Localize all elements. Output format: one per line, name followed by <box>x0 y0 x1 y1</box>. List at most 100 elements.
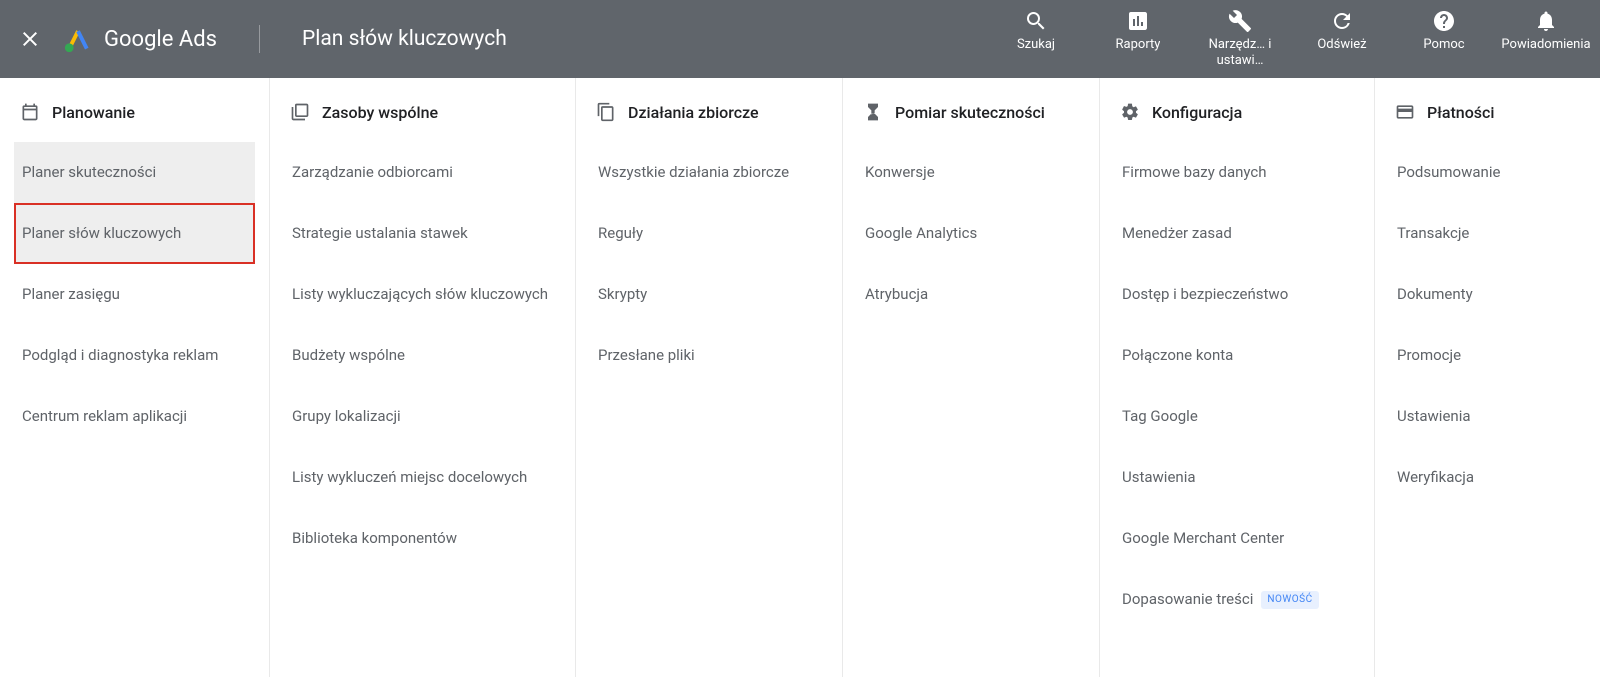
menu-item-label: Atrybucja <box>865 285 928 303</box>
column-title: Zasoby wspólne <box>322 103 438 122</box>
menu-item-label: Centrum reklam aplikacji <box>22 407 187 425</box>
help-icon <box>1432 9 1456 33</box>
column-title: Działania zbiorcze <box>628 103 759 122</box>
menu-item-label: Przesłane pliki <box>598 346 695 364</box>
menu-item-label: Budżety wspólne <box>292 346 405 364</box>
menu-item[interactable]: Ustawienia <box>1114 447 1360 508</box>
menu-item-label: Zarządzanie odbiorcami <box>292 163 453 181</box>
menu-column-measure: Pomiar skuteczności Konwersje Google Analy… <box>843 78 1100 677</box>
menu-item[interactable]: Konwersje <box>857 142 1085 203</box>
menu-item[interactable]: Dostęp i bezpieczeństwo <box>1114 264 1360 325</box>
menu-item-label: Ustawienia <box>1397 407 1471 425</box>
menu-item-label: Planer skuteczności <box>22 163 156 181</box>
menu-item[interactable]: Tag Google <box>1114 386 1360 447</box>
menu-item[interactable]: Skrypty <box>590 264 828 325</box>
nav-label: Raporty <box>1116 37 1161 53</box>
menu-item-label: Reguły <box>598 224 643 242</box>
menu-item-label: Google Merchant Center <box>1122 529 1284 547</box>
menu-item[interactable]: Planer zasięgu <box>14 264 255 325</box>
header-left: Google Ads Plan słów kluczowych <box>18 25 507 53</box>
menu-item[interactable]: Google Analytics <box>857 203 1085 264</box>
menu-item-label: Podgląd i diagnostyka reklam <box>22 346 218 364</box>
menu-item[interactable]: Zarządzanie odbiorcami <box>284 142 561 203</box>
menu-item[interactable]: Podgląd i diagnostyka reklam <box>14 325 255 386</box>
menu-item[interactable]: Google Merchant Center <box>1114 508 1360 569</box>
menu-item[interactable]: Listy wykluczeń miejsc docelowych <box>284 447 561 508</box>
menu-item-label: Promocje <box>1397 346 1461 364</box>
menu-item-label: Firmowe bazy danych <box>1122 163 1267 181</box>
menu-item[interactable]: Biblioteka komponentów <box>284 508 561 569</box>
menu-item[interactable]: Wszystkie działania zbiorcze <box>590 142 828 203</box>
menu-item-label: Listy wykluczających słów kluczowych <box>292 285 548 303</box>
nav-label: Narzędz… i ustawi… <box>1204 37 1276 68</box>
column-header-billing: Płatności <box>1389 102 1586 142</box>
menu-item[interactable]: Dokumenty <box>1389 264 1586 325</box>
menu-item[interactable]: Budżety wspólne <box>284 325 561 386</box>
menu-item[interactable]: Dopasowanie treści NOWOŚĆ <box>1114 569 1360 630</box>
menu-item[interactable]: Weryfikacja <box>1389 447 1586 508</box>
menu-item[interactable]: Promocje <box>1389 325 1586 386</box>
menu-item[interactable]: Centrum reklam aplikacji <box>14 386 255 447</box>
menu-item-label: Google Analytics <box>865 224 977 242</box>
menu-item[interactable]: Strategie ustalania stawek <box>284 203 561 264</box>
menu-column-billing: Płatności Podsumowanie Transakcje Dokumenty… <box>1375 78 1600 677</box>
nav-tools[interactable]: Narzędz… i ustawi… <box>1204 9 1276 68</box>
menu-item[interactable]: Grupy lokalizacji <box>284 386 561 447</box>
nav-label: Odśwież <box>1317 37 1366 53</box>
column-header-planning: Planowanie <box>14 102 255 142</box>
menu-item-label: Strategie ustalania stawek <box>292 224 468 242</box>
menu-item-label: Planer słów kluczowych <box>22 224 181 242</box>
menu-item-label: Dopasowanie treści <box>1122 590 1253 608</box>
menu-item[interactable]: Planer słów kluczowych <box>14 203 255 264</box>
menu-item[interactable]: Przesłane pliki <box>590 325 828 386</box>
menu-item[interactable]: Transakcje <box>1389 203 1586 264</box>
calendar-icon <box>20 102 40 122</box>
menu-item-label: Konwersje <box>865 163 935 181</box>
menu-item-label: Podsumowanie <box>1397 163 1500 181</box>
menu-item-label: Planer zasięgu <box>22 285 120 303</box>
column-header-config: Konfiguracja <box>1114 102 1360 142</box>
nav-label: Szukaj <box>1017 37 1055 53</box>
menu-item[interactable]: Ustawienia <box>1389 386 1586 447</box>
menu-item[interactable]: Firmowe bazy danych <box>1114 142 1360 203</box>
menu-item-label: Listy wykluczeń miejsc docelowych <box>292 468 527 486</box>
menu-item[interactable]: Podsumowanie <box>1389 142 1586 203</box>
menu-item[interactable]: Połączone konta <box>1114 325 1360 386</box>
menu-item[interactable]: Atrybucja <box>857 264 1085 325</box>
menu-item[interactable]: Menedżer zasad <box>1114 203 1360 264</box>
menu-column-shared: Zasoby wspólne Zarządzanie odbiorcami Stra… <box>270 78 576 677</box>
header-divider <box>259 25 260 53</box>
app-header: Google Ads Plan słów kluczowych Szukaj R… <box>0 0 1600 78</box>
menu-item[interactable]: Planer skuteczności <box>14 142 255 203</box>
copy-stack-icon <box>596 102 616 122</box>
column-title: Pomiar skuteczności <box>895 103 1045 122</box>
bar-chart-icon <box>1126 9 1150 33</box>
new-badge: NOWOŚĆ <box>1261 591 1318 609</box>
nav-search[interactable]: Szukaj <box>1000 9 1072 53</box>
column-header-bulk: Działania zbiorcze <box>590 102 828 142</box>
google-ads-logo-icon <box>64 25 92 53</box>
credit-card-icon <box>1395 102 1415 122</box>
nav-refresh[interactable]: Odśwież <box>1306 9 1378 53</box>
menu-item-label: Tag Google <box>1122 407 1198 425</box>
menu-item-label: Transakcje <box>1397 224 1469 242</box>
google-ads-logo[interactable]: Google Ads <box>64 25 217 53</box>
nav-notifications[interactable]: Powiadomienia <box>1510 9 1582 53</box>
menu-item-label: Dokumenty <box>1397 285 1473 303</box>
menu-item[interactable]: Reguły <box>590 203 828 264</box>
column-title: Planowanie <box>52 103 135 122</box>
nav-reports[interactable]: Raporty <box>1102 9 1174 53</box>
menu-item-label: Połączone konta <box>1122 346 1233 364</box>
menu-column-config: Konfiguracja Firmowe bazy danych Menedżer … <box>1100 78 1375 677</box>
nav-help[interactable]: Pomoc <box>1408 9 1480 53</box>
menu-item-label: Ustawienia <box>1122 468 1196 486</box>
menu-item-label: Weryfikacja <box>1397 468 1474 486</box>
menu-column-bulk: Działania zbiorcze Wszystkie działania zb… <box>576 78 843 677</box>
nav-label: Pomoc <box>1423 37 1464 53</box>
menu-item-label: Biblioteka komponentów <box>292 529 457 547</box>
menu-item[interactable]: Listy wykluczających słów kluczowych <box>284 264 561 325</box>
refresh-icon <box>1330 9 1354 33</box>
close-icon[interactable] <box>18 27 42 51</box>
page-title: Plan słów kluczowych <box>302 27 507 51</box>
library-icon <box>290 102 310 122</box>
